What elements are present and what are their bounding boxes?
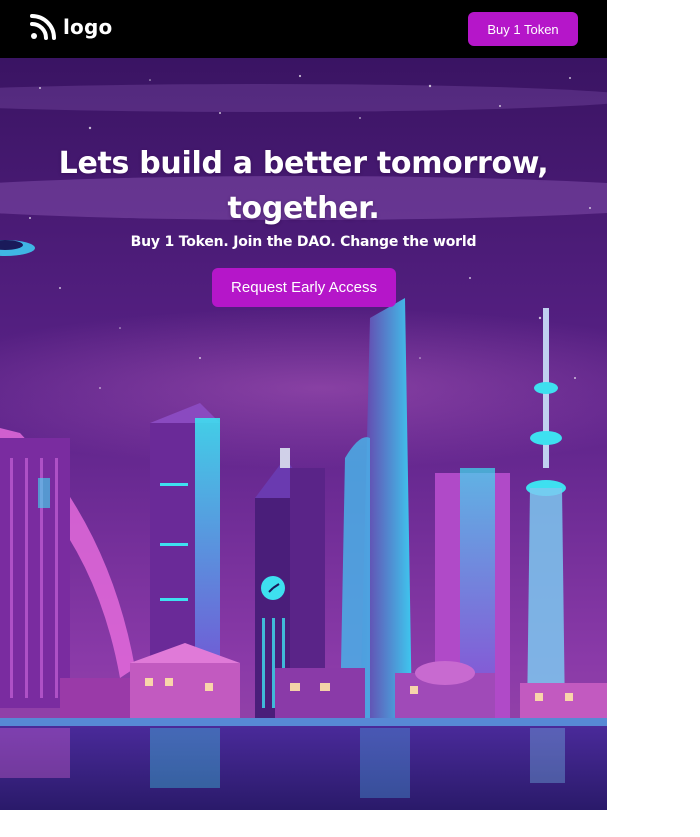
buy-token-button[interactable]: Buy 1 Token — [468, 12, 578, 46]
hero-headline-line-2: together. — [227, 191, 380, 227]
hero-section: Lets build a better tomorrow, together. … — [0, 58, 607, 810]
logo[interactable]: logo — [29, 13, 112, 41]
page: logo Buy 1 Token Lets build a better tom… — [0, 0, 607, 810]
hero-headline-line-1: Lets build a better tomorrow, — [58, 146, 549, 182]
logo-text: logo — [63, 15, 113, 39]
navbar: logo Buy 1 Token — [0, 0, 607, 58]
request-early-access-button[interactable]: Request Early Access — [212, 268, 396, 307]
rss-icon — [30, 14, 56, 40]
hero-subheadline: Buy 1 Token. Join the DAO. Change the wo… — [130, 234, 477, 250]
hero-headline: Lets build a better tomorrow, together. — [0, 141, 607, 231]
